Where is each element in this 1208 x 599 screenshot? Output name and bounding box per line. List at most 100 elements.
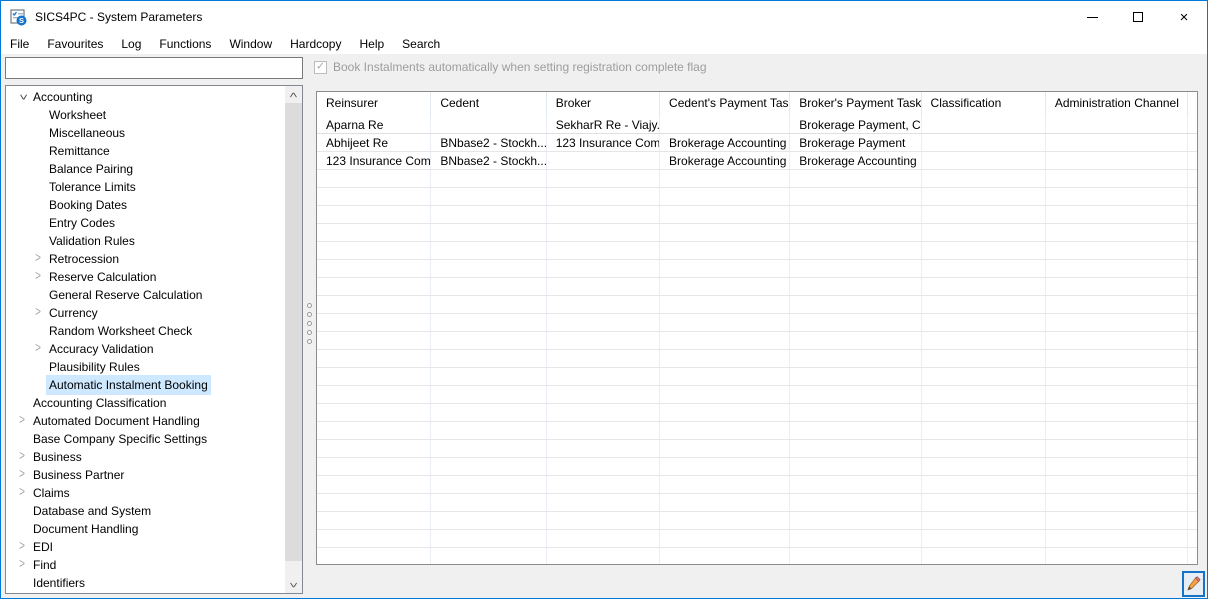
cell-broker[interactable] xyxy=(547,458,660,475)
tree-item-tolerance-limits[interactable]: Tolerance Limits xyxy=(6,178,285,196)
cell-cedent[interactable] xyxy=(431,512,546,529)
cell-cedent[interactable] xyxy=(431,386,546,403)
cell-administration-channel[interactable] xyxy=(1046,152,1188,169)
cell-cedent[interactable] xyxy=(431,188,546,205)
cell-administration-channel[interactable] xyxy=(1046,350,1188,367)
cell-reinsurer[interactable] xyxy=(317,242,431,259)
scrollbar-thumb[interactable] xyxy=(285,103,302,561)
cell-reinsurer[interactable] xyxy=(317,440,431,457)
cell-broker-s-payment-task[interactable] xyxy=(790,260,921,277)
cell-cedent[interactable] xyxy=(431,350,546,367)
cell-cedent[interactable] xyxy=(431,494,546,511)
cell-reinsurer[interactable]: Abhijeet Re xyxy=(317,134,431,151)
cell-broker[interactable] xyxy=(547,386,660,403)
cell-cedent-s-payment-task[interactable]: Brokerage Accounting xyxy=(660,134,790,151)
cell-classification[interactable] xyxy=(922,224,1046,241)
cell-broker-s-payment-task[interactable] xyxy=(790,296,921,313)
grid-row-empty[interactable] xyxy=(317,224,1197,242)
scroll-up-icon[interactable]: > xyxy=(285,86,302,103)
tree-scrollbar[interactable]: > > xyxy=(285,86,302,593)
tree-item-claims[interactable]: >Claims xyxy=(6,484,285,502)
cell-classification[interactable] xyxy=(922,458,1046,475)
cell-classification[interactable] xyxy=(922,170,1046,187)
chevron-right-icon[interactable]: > xyxy=(14,480,30,505)
tree-item-retrocession[interactable]: >Retrocession xyxy=(6,250,285,268)
cell-administration-channel[interactable] xyxy=(1046,386,1188,403)
minimize-button[interactable] xyxy=(1069,1,1115,33)
cell-broker[interactable]: 123 Insurance Com... xyxy=(547,134,660,151)
cell-reinsurer[interactable] xyxy=(317,224,431,241)
cell-cedent-s-payment-task[interactable] xyxy=(660,116,790,133)
column-header-classification[interactable]: Classification xyxy=(922,92,1046,116)
cell-classification[interactable] xyxy=(922,386,1046,403)
cell-administration-channel[interactable] xyxy=(1046,260,1188,277)
cell-broker-s-payment-task[interactable]: Brokerage Accounting xyxy=(790,152,921,169)
cell-administration-channel[interactable] xyxy=(1046,440,1188,457)
tree-item-entry-codes[interactable]: Entry Codes xyxy=(6,214,285,232)
cell-administration-channel[interactable] xyxy=(1046,134,1188,151)
cell-broker-s-payment-task[interactable] xyxy=(790,242,921,259)
menu-item-window[interactable]: Window xyxy=(220,35,281,53)
tree-item-accounting[interactable]: >Accounting xyxy=(6,88,285,106)
cell-classification[interactable] xyxy=(922,206,1046,223)
cell-reinsurer[interactable] xyxy=(317,368,431,385)
cell-cedent-s-payment-task[interactable] xyxy=(660,170,790,187)
cell-cedent-s-payment-task[interactable] xyxy=(660,530,790,547)
cell-cedent-s-payment-task[interactable] xyxy=(660,314,790,331)
tree-item-business[interactable]: >Business xyxy=(6,448,285,466)
cell-cedent-s-payment-task[interactable] xyxy=(660,242,790,259)
cell-broker-s-payment-task[interactable] xyxy=(790,188,921,205)
tree-item-database-and-system[interactable]: Database and System xyxy=(6,502,285,520)
tree-item-automated-document-handling[interactable]: >Automated Document Handling xyxy=(6,412,285,430)
tree-item-accuracy-validation[interactable]: >Accuracy Validation xyxy=(6,340,285,358)
cell-cedent-s-payment-task[interactable] xyxy=(660,296,790,313)
chevron-right-icon[interactable]: > xyxy=(14,552,30,577)
cell-administration-channel[interactable] xyxy=(1046,332,1188,349)
tree-item-random-worksheet-check[interactable]: Random Worksheet Check xyxy=(6,322,285,340)
cell-reinsurer[interactable] xyxy=(317,512,431,529)
cell-classification[interactable] xyxy=(922,116,1046,133)
menu-item-help[interactable]: Help xyxy=(350,35,393,53)
cell-cedent-s-payment-task[interactable] xyxy=(660,422,790,439)
cell-administration-channel[interactable] xyxy=(1046,368,1188,385)
column-header-administration-channel[interactable]: Administration Channel xyxy=(1046,92,1188,116)
cell-classification[interactable] xyxy=(922,512,1046,529)
chevron-right-icon[interactable]: > xyxy=(30,336,46,361)
grid-row-empty[interactable] xyxy=(317,530,1197,548)
tree-item-automatic-instalment-booking[interactable]: Automatic Instalment Booking xyxy=(6,376,285,394)
tree-item-general-reserve-calculation[interactable]: General Reserve Calculation xyxy=(6,286,285,304)
grid-row-empty[interactable] xyxy=(317,350,1197,368)
grid-row-empty[interactable] xyxy=(317,314,1197,332)
grid-row-empty[interactable] xyxy=(317,422,1197,440)
maximize-button[interactable] xyxy=(1115,1,1161,33)
cell-classification[interactable] xyxy=(922,530,1046,547)
cell-cedent[interactable] xyxy=(431,296,546,313)
cell-cedent[interactable] xyxy=(431,260,546,277)
tree-item-booking-dates[interactable]: Booking Dates xyxy=(6,196,285,214)
cell-broker-s-payment-task[interactable] xyxy=(790,206,921,223)
cell-cedent[interactable] xyxy=(431,206,546,223)
chevron-right-icon[interactable]: > xyxy=(14,408,30,433)
cell-administration-channel[interactable] xyxy=(1046,422,1188,439)
cell-broker[interactable] xyxy=(547,404,660,421)
tree-item-validation-rules[interactable]: Validation Rules xyxy=(6,232,285,250)
cell-reinsurer[interactable] xyxy=(317,188,431,205)
cell-broker[interactable] xyxy=(547,296,660,313)
cell-cedent-s-payment-task[interactable] xyxy=(660,458,790,475)
cell-administration-channel[interactable] xyxy=(1046,242,1188,259)
cell-classification[interactable] xyxy=(922,260,1046,277)
cell-classification[interactable] xyxy=(922,368,1046,385)
cell-cedent-s-payment-task[interactable] xyxy=(660,206,790,223)
cell-broker-s-payment-task[interactable] xyxy=(790,332,921,349)
cell-reinsurer[interactable] xyxy=(317,260,431,277)
tree-item-miscellaneous[interactable]: Miscellaneous xyxy=(6,124,285,142)
cell-broker[interactable] xyxy=(547,530,660,547)
cell-broker-s-payment-task[interactable] xyxy=(790,512,921,529)
grid-row-empty[interactable] xyxy=(317,170,1197,188)
tree-item-base-company-specific-settings[interactable]: Base Company Specific Settings xyxy=(6,430,285,448)
cell-cedent[interactable] xyxy=(431,458,546,475)
grid-row-empty[interactable] xyxy=(317,332,1197,350)
cell-broker[interactable] xyxy=(547,278,660,295)
grid-row-empty[interactable] xyxy=(317,458,1197,476)
cell-cedent-s-payment-task[interactable] xyxy=(660,224,790,241)
